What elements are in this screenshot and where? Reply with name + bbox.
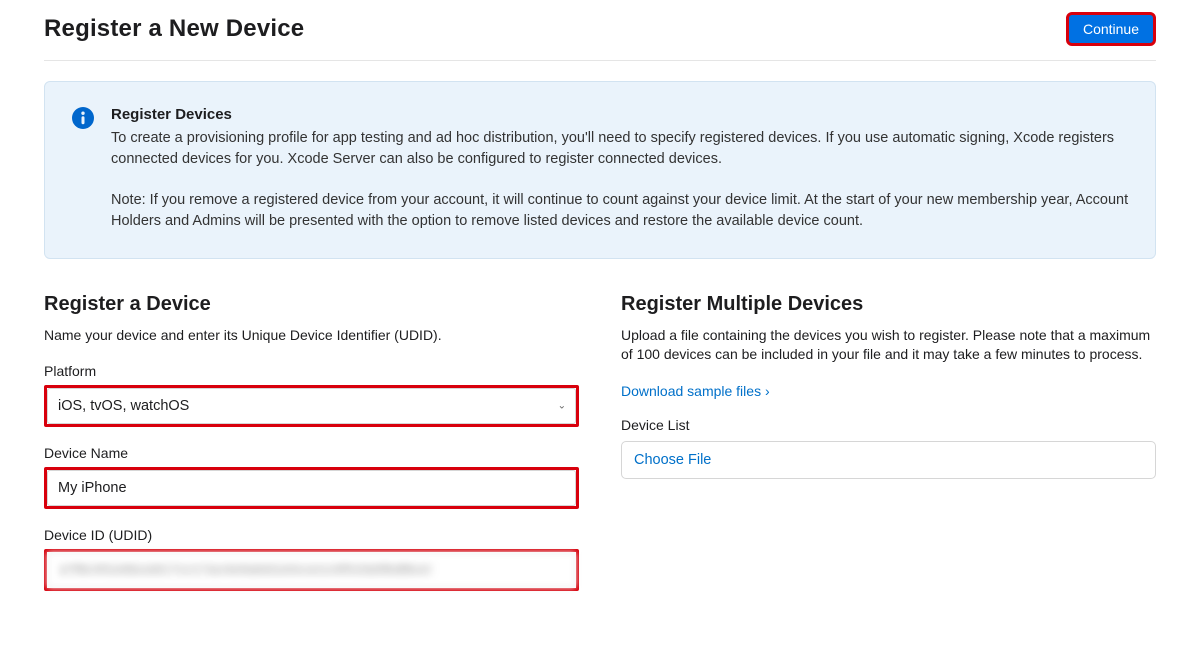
- info-title: Register Devices: [111, 104, 1129, 126]
- page-title: Register a New Device: [44, 15, 304, 43]
- info-icon: [71, 106, 95, 130]
- continue-button[interactable]: Continue: [1066, 12, 1156, 46]
- device-name-label: Device Name: [44, 445, 579, 461]
- info-paragraph-1: To create a provisioning profile for app…: [111, 128, 1129, 170]
- page-header: Register a New Device Continue: [44, 12, 1156, 61]
- choose-file-button[interactable]: Choose File: [621, 441, 1156, 479]
- single-section-desc: Name your device and enter its Unique De…: [44, 326, 579, 346]
- platform-label: Platform: [44, 363, 579, 379]
- device-id-label: Device ID (UDID): [44, 527, 579, 543]
- multiple-section-title: Register Multiple Devices: [621, 293, 1156, 316]
- device-list-label: Device List: [621, 417, 1156, 433]
- download-sample-link[interactable]: Download sample files ›: [621, 383, 770, 399]
- register-single-device-section: Register a Device Name your device and e…: [44, 293, 579, 610]
- device-id-input[interactable]: [47, 552, 576, 588]
- multiple-section-desc: Upload a file containing the devices you…: [621, 326, 1156, 365]
- device-name-field: Device Name: [44, 445, 579, 509]
- info-panel: Register Devices To create a provisionin…: [44, 81, 1156, 259]
- single-section-title: Register a Device: [44, 293, 579, 316]
- platform-field: Platform iOS, tvOS, watchOS ⌄: [44, 363, 579, 427]
- device-id-field: Device ID (UDID): [44, 527, 579, 591]
- info-body: Register Devices To create a provisionin…: [111, 104, 1129, 232]
- register-multiple-devices-section: Register Multiple Devices Upload a file …: [621, 293, 1156, 610]
- info-paragraph-2: Note: If you remove a registered device …: [111, 190, 1129, 232]
- device-name-input[interactable]: [47, 470, 576, 506]
- platform-select[interactable]: iOS, tvOS, watchOS: [47, 388, 576, 424]
